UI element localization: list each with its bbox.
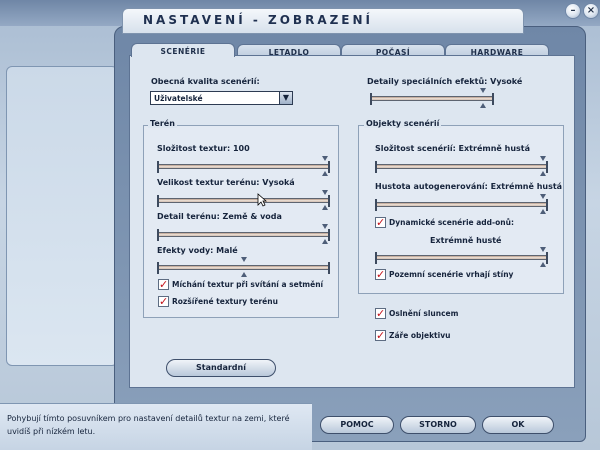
chevron-down-icon[interactable]: ▼ (279, 92, 292, 104)
scenery-complexity-label: Složitost scenérií: Extrémně hustá (375, 144, 530, 153)
title-bar: NASTAVENÍ - ZOBRAZENÍ (122, 8, 524, 34)
dynamic-scenery-slider[interactable] (375, 247, 548, 267)
autogen-density-label: Hustota autogenerování: Extrémně hustá (375, 182, 563, 191)
general-quality-select[interactable]: Uživatelské ▼ (150, 91, 293, 105)
slider-thumb[interactable] (540, 194, 546, 214)
slider-thumb[interactable] (480, 88, 486, 108)
mouse-cursor-icon (257, 193, 267, 207)
terrain-detail-slider[interactable] (157, 224, 330, 244)
slider-thumb[interactable] (241, 257, 247, 277)
checkmark-icon[interactable]: ✓ (375, 330, 386, 341)
autogen-density-slider[interactable] (375, 194, 548, 214)
special-effects-label: Detaily speciálních efektů: Vysoké (367, 77, 523, 86)
close-icon[interactable]: × (583, 3, 599, 19)
checkmark-icon[interactable]: ✓ (158, 279, 169, 290)
cancel-button[interactable]: STORNO (400, 416, 476, 434)
help-text: Pohybují tímto posuvníkem pro nastavení … (7, 414, 290, 436)
general-quality-value: Uživatelské (154, 94, 203, 103)
slider-thumb[interactable] (540, 156, 546, 176)
checkmark-icon[interactable]: ✓ (375, 269, 386, 280)
terrain-texture-size-slider[interactable] (157, 190, 330, 210)
lens-flare-label: Záře objektivu (389, 331, 451, 340)
checkmark-icon[interactable]: ✓ (375, 308, 386, 319)
terrain-group-title: Terén (148, 119, 177, 128)
checkmark-icon[interactable]: ✓ (158, 296, 169, 307)
ok-button[interactable]: OK (482, 416, 554, 434)
slider-thumb[interactable] (322, 156, 328, 176)
sun-glare-label: Oslnění sluncem (389, 309, 459, 318)
special-effects-slider[interactable] (370, 88, 494, 108)
default-button[interactable]: Standardní (166, 359, 276, 377)
help-panel: Pohybují tímto posuvníkem pro nastavení … (0, 403, 312, 450)
checkmark-icon[interactable]: ✓ (375, 217, 386, 228)
tab-scenery[interactable]: SCENÉRIE (131, 43, 235, 57)
minimize-icon[interactable]: – (565, 3, 581, 19)
left-side-panel (6, 66, 118, 366)
terrain-detail-label: Detail terénu: Země & voda (157, 212, 282, 221)
dynamic-scenery-value: Extrémně husté (430, 236, 502, 245)
texture-complexity-slider[interactable] (157, 156, 330, 176)
scenery-complexity-slider[interactable] (375, 156, 548, 176)
ground-shadows-label: Pozemní scenérie vrhají stíny (389, 270, 514, 279)
terrain-group (143, 125, 339, 318)
dynamic-scenery-label: Dynamické scenérie add-onů: (389, 218, 514, 227)
slider-thumb[interactable] (322, 224, 328, 244)
slider-thumb[interactable] (540, 247, 546, 267)
water-effects-slider[interactable] (157, 257, 330, 277)
water-effects-label: Efekty vody: Malé (157, 246, 238, 255)
extended-textures-label: Rozšířené textury terénu (172, 297, 278, 306)
slider-thumb[interactable] (322, 190, 328, 210)
window-title: NASTAVENÍ - ZOBRAZENÍ (143, 13, 374, 27)
help-button[interactable]: POMOC (320, 416, 394, 434)
scenery-objects-group-title: Objekty scenérií (364, 119, 442, 128)
blend-textures-label: Míchání textur při svítání a setmění (172, 280, 324, 289)
terrain-texture-size-label: Velikost textur terénu: Vysoká (157, 178, 295, 187)
general-quality-label: Obecná kvalita scenérií: (151, 77, 260, 86)
texture-complexity-label: Složitost textur: 100 (157, 144, 250, 153)
